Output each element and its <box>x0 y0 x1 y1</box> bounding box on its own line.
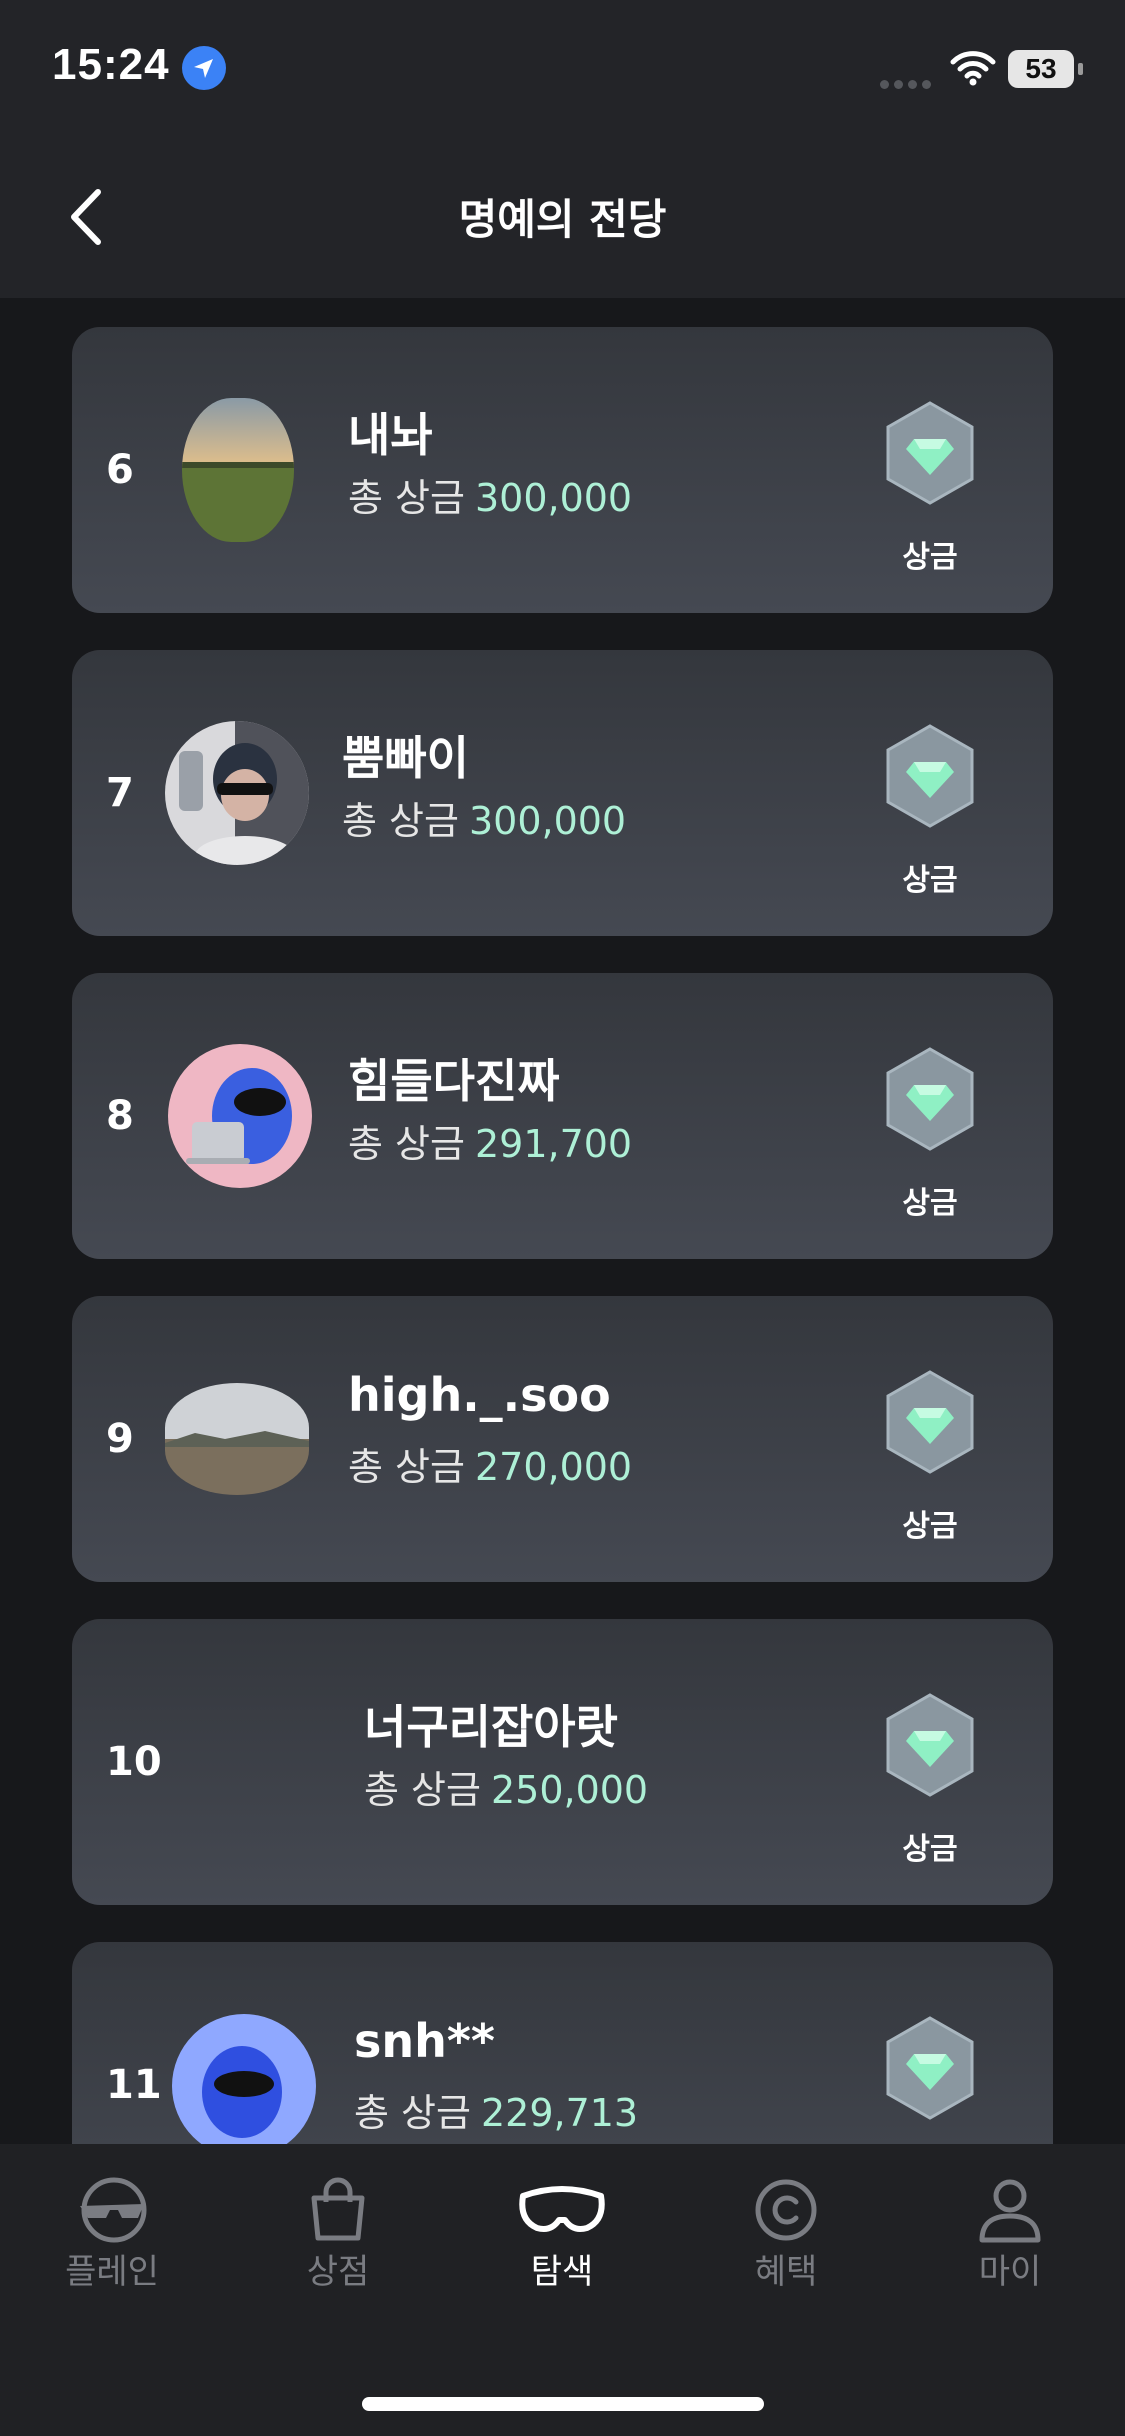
goggles-icon <box>519 2186 605 2232</box>
user-name: 힘들다진짜 <box>348 1054 560 1108</box>
user-icon <box>979 2179 1041 2243</box>
prize-label: 총 상금 <box>342 799 459 843</box>
diamond-icon <box>886 724 974 828</box>
rank-number: 11 <box>106 2062 162 2108</box>
prize-label: 총 상금 <box>348 476 465 520</box>
prize-label: 총 상금 <box>348 1122 465 1166</box>
ranking-card[interactable]: 7 뿜빠이 총 상금 300,000 상금 <box>72 650 1053 936</box>
prize-badge-label: 상금 <box>902 540 958 575</box>
prize-amount: 300,000 <box>474 476 633 520</box>
wifi-icon <box>950 50 996 90</box>
total-prize: 총 상금 300,000 <box>348 467 632 522</box>
tab-label: 상점 <box>306 2252 370 2292</box>
avatar <box>165 1383 309 1495</box>
rank-number: 7 <box>106 770 134 816</box>
prize-amount: 300,000 <box>468 799 627 843</box>
prize-label: 총 상금 <box>354 2091 471 2135</box>
prize-badge-label: 상금 <box>902 1186 958 1221</box>
prize-amount: 250,000 <box>490 1768 649 1812</box>
diamond-icon <box>886 401 974 505</box>
user-name: snh** <box>354 2014 495 2068</box>
nav-header: 명예의 전당 <box>0 140 1125 298</box>
prize-badge-label: 상금 <box>902 1832 958 1867</box>
total-prize: 총 상금 229,713 <box>354 2082 638 2137</box>
rank-number: 10 <box>106 1739 162 1785</box>
shopping-bag-icon <box>311 2177 365 2241</box>
avatar <box>172 2014 316 2144</box>
ranking-card[interactable]: 10 너구리잡아랏 총 상금 250,000 상금 <box>72 1619 1053 1905</box>
total-prize: 총 상금 291,700 <box>348 1113 632 1168</box>
home-indicator[interactable] <box>362 2397 764 2411</box>
hall-of-fame-list[interactable]: 6 내놔 총 상금 300,000 상금 7 뿜빠이 총 상금 300,000 … <box>0 298 1125 2144</box>
total-prize: 총 상금 300,000 <box>342 790 626 845</box>
prize-amount: 291,700 <box>474 1122 633 1166</box>
diamond-icon <box>886 1370 974 1474</box>
tab-label: 혜택 <box>754 2252 818 2292</box>
status-bar: 15:24 53 <box>0 0 1125 140</box>
user-name: 뿜빠이 <box>342 731 469 785</box>
tab-my[interactable]: 마이 <box>930 2174 1090 2293</box>
tab-shop[interactable]: 상점 <box>258 2174 418 2293</box>
ranking-card[interactable]: 9 high._.soo 총 상금 270,000 상금 <box>72 1296 1053 1582</box>
ranking-card[interactable]: 6 내놔 총 상금 300,000 상금 <box>72 327 1053 613</box>
bottom-tab-bar: 플레인 상점 탐색 혜택 마이 <box>0 2144 1125 2436</box>
battery-indicator: 53 <box>1008 50 1083 88</box>
total-prize: 총 상금 270,000 <box>348 1436 632 1491</box>
tab-label: 탐색 <box>530 2252 594 2292</box>
tab-label: 마이 <box>978 2252 1042 2292</box>
user-name: 너구리잡아랏 <box>364 1700 618 1754</box>
tab-benefits[interactable]: 혜택 <box>706 2174 866 2293</box>
rank-number: 8 <box>106 1093 134 1139</box>
avatar-sunglasses-icon <box>80 2177 147 2243</box>
diamond-icon <box>886 1693 974 1797</box>
ranking-card[interactable]: 11 snh** 총 상금 229,713 <box>72 1942 1053 2144</box>
ranking-card[interactable]: 8 힘들다진짜 총 상금 291,700 상금 <box>72 973 1053 1259</box>
tab-plain[interactable]: 플레인 <box>32 2174 192 2293</box>
page-title: 명예의 전당 <box>458 195 667 244</box>
status-time: 15:24 <box>52 40 170 89</box>
avatar <box>182 398 294 542</box>
prize-label: 총 상금 <box>364 1768 481 1812</box>
cellular-signal-icon <box>880 74 936 93</box>
coin-icon <box>755 2179 817 2241</box>
tab-label: 플레인 <box>65 2252 159 2292</box>
diamond-icon <box>886 2016 974 2120</box>
prize-label: 총 상금 <box>348 1445 465 1489</box>
tab-explore[interactable]: 탐색 <box>482 2174 642 2293</box>
prize-amount: 270,000 <box>474 1445 633 1489</box>
rank-number: 9 <box>106 1416 134 1462</box>
avatar <box>165 721 309 865</box>
location-arrow-icon <box>182 46 226 90</box>
rank-number: 6 <box>106 447 134 493</box>
prize-badge-label: 상금 <box>902 863 958 898</box>
avatar <box>168 1044 312 1188</box>
diamond-icon <box>886 1047 974 1151</box>
prize-badge-label: 상금 <box>902 1509 958 1544</box>
user-name: 내놔 <box>348 408 433 462</box>
prize-amount: 229,713 <box>480 2091 639 2135</box>
total-prize: 총 상금 250,000 <box>364 1759 648 1814</box>
user-name: high._.soo <box>348 1368 611 1422</box>
